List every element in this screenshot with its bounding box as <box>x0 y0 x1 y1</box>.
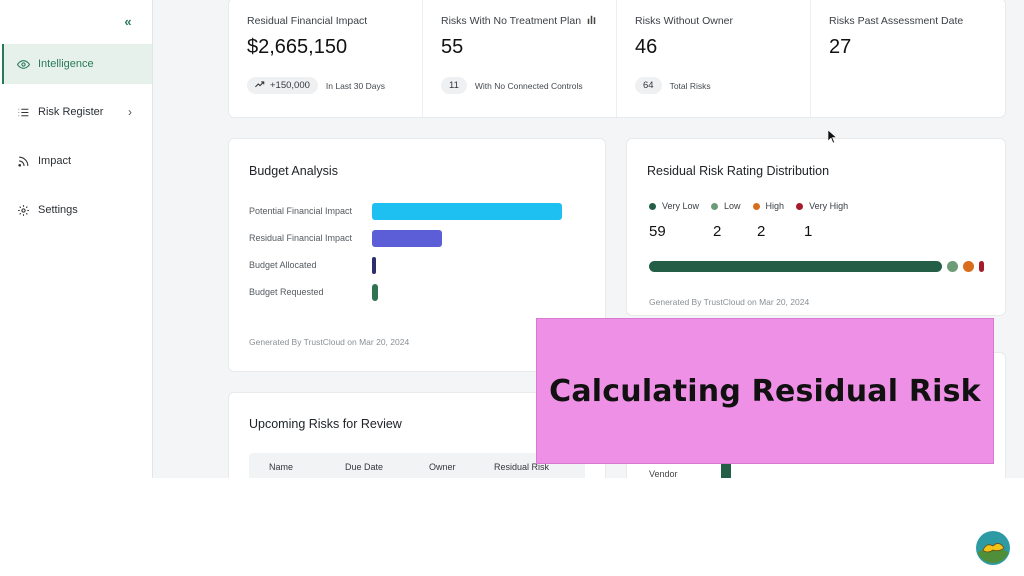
stat-note: Total Risks <box>669 80 711 91</box>
sidebar-item-impact[interactable]: Impact <box>2 141 152 181</box>
legend-dot <box>711 202 719 210</box>
sidebar-item-settings[interactable]: Settings <box>2 190 152 230</box>
budget-bar[interactable] <box>372 284 378 301</box>
generated-note: Generated By TrustCloud on Mar 20, 2024 <box>249 337 410 347</box>
chevron-right-icon: › <box>128 105 132 119</box>
legend-label: Very Low <box>662 201 700 211</box>
trend-value: +150,000 <box>270 80 310 91</box>
legend-item: High <box>752 201 785 211</box>
stat-value: 27 <box>829 36 852 58</box>
caption-overlay: Calculating Residual Risk <box>536 318 994 464</box>
stat-no-treatment-plan[interactable]: Risks With No Treatment Plan 55 11 With … <box>423 0 617 119</box>
stat-footer: 11 With No Connected Controls <box>441 77 583 94</box>
sidebar-item-intelligence[interactable]: Intelligence <box>2 44 152 84</box>
stat-without-owner[interactable]: Risks Without Owner 46 64 Total Risks <box>617 0 811 119</box>
vendor-label: Vendor <box>649 469 678 478</box>
column-header-due-date[interactable]: Due Date <box>345 462 383 472</box>
count-pill: 64 <box>635 77 662 94</box>
vendor-bar <box>721 463 731 478</box>
bar-chart-icon <box>587 15 596 27</box>
count-value: 2 <box>757 223 766 240</box>
legend-item: Low <box>711 201 741 211</box>
stat-past-assessment[interactable]: Risks Past Assessment Date 27 <box>811 0 1005 119</box>
stat-value: $2,665,150 <box>247 36 348 58</box>
stat-label: Residual Financial Impact <box>247 15 368 27</box>
legend-label: Very High <box>809 201 849 211</box>
stat-label: Risks Past Assessment Date <box>829 15 964 27</box>
sidebar-item-risk-register[interactable]: Risk Register › <box>2 92 152 132</box>
count-value: 59 <box>649 223 666 240</box>
budget-bar[interactable] <box>372 257 376 274</box>
distribution-segment[interactable] <box>963 261 974 272</box>
distribution-segment[interactable] <box>649 261 942 272</box>
eye-icon <box>16 57 30 71</box>
stat-label: Risks With No Treatment Plan <box>441 15 598 27</box>
list-icon <box>16 105 30 119</box>
channel-logo-icon <box>975 530 1011 566</box>
column-header-owner[interactable]: Owner <box>429 462 456 472</box>
bar-label: Budget Requested <box>249 287 324 297</box>
table-header: Name Due Date Owner Residual Risk <box>249 453 585 478</box>
legend-label: Low <box>724 201 741 211</box>
count-value: 2 <box>713 223 722 240</box>
sidebar: « Intelligence Risk Register › Impact Se… <box>0 0 153 478</box>
count-value: 1 <box>804 223 813 240</box>
stat-label: Risks Without Owner <box>635 15 734 27</box>
sidebar-item-label: Risk Register <box>38 106 104 118</box>
rss-icon <box>16 154 30 168</box>
stat-residual-financial-impact[interactable]: Residual Financial Impact $2,665,150 +15… <box>229 0 423 119</box>
legend-dot <box>752 202 760 210</box>
sidebar-item-label: Intelligence <box>38 58 94 70</box>
distribution-segment[interactable] <box>947 261 958 272</box>
legend-dot <box>796 202 804 210</box>
card-title: Residual Risk Rating Distribution <box>647 164 830 178</box>
gear-icon <box>16 203 30 217</box>
legend-dot <box>649 202 656 210</box>
trend-pill: +150,000 <box>247 77 318 94</box>
trend-up-icon <box>255 80 265 91</box>
budget-bar[interactable] <box>372 230 442 247</box>
bar-label: Residual Financial Impact <box>249 233 353 243</box>
stat-footer: 64 Total Risks <box>635 77 711 94</box>
distribution-segment[interactable] <box>979 261 984 272</box>
distribution-legend: Very Low Low High Very High <box>649 201 848 211</box>
stat-note: In Last 30 Days <box>325 80 385 91</box>
card-title: Budget Analysis <box>249 164 338 178</box>
stats-row: Residual Financial Impact $2,665,150 +15… <box>228 0 1006 119</box>
double-chevron-left-icon[interactable]: « <box>120 14 136 30</box>
bar-label: Potential Financial Impact <box>249 206 353 216</box>
column-header-name[interactable]: Name <box>269 462 293 472</box>
budget-bar[interactable] <box>372 203 562 220</box>
count-pill: 11 <box>441 77 467 94</box>
bar-label: Budget Allocated <box>249 260 317 270</box>
generated-note: Generated By TrustCloud on Mar 20, 2024 <box>649 297 810 307</box>
legend-label: High <box>765 201 785 211</box>
risk-rating-distribution-card: Residual Risk Rating Distribution Very L… <box>626 138 1006 316</box>
legend-item: Very High <box>796 201 848 211</box>
stat-footer: +150,000 In Last 30 Days <box>247 77 385 94</box>
stat-value: 46 <box>635 36 658 58</box>
stat-note: With No Connected Controls <box>474 80 583 91</box>
stat-label-text: Risks With No Treatment Plan <box>441 15 582 27</box>
stat-value: 55 <box>441 36 464 58</box>
sidebar-item-label: Settings <box>38 204 78 216</box>
legend-item: Very Low <box>649 201 699 211</box>
sidebar-item-label: Impact <box>38 155 72 167</box>
mouse-cursor-icon <box>827 129 838 149</box>
card-title: Upcoming Risks for Review <box>249 417 402 431</box>
caption-text: Calculating Residual Risk <box>549 373 981 409</box>
